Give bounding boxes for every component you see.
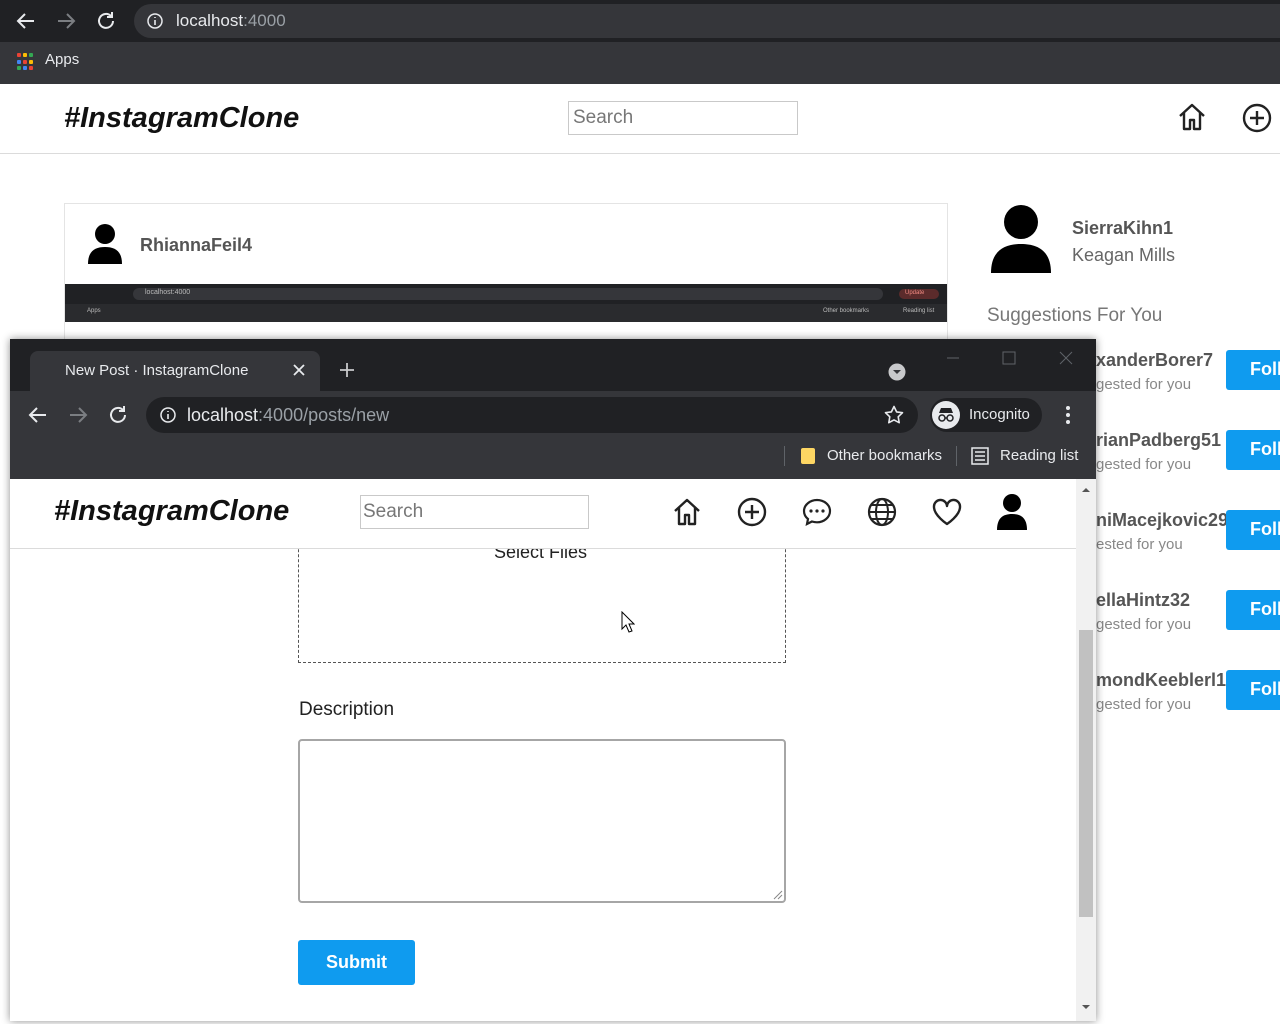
post-image-update: Update — [905, 290, 925, 296]
apps-grid-dot — [17, 66, 21, 71]
apps-grid-dot — [23, 59, 27, 64]
site-info-icon[interactable] — [146, 12, 164, 30]
search-input[interactable]: Search — [360, 495, 589, 529]
logo[interactable]: #InstagramClone — [54, 495, 289, 528]
suggestion-subtitle: gested for you — [1096, 696, 1192, 713]
back-icon[interactable] — [26, 403, 50, 427]
browser-menu-icon[interactable] — [1058, 405, 1078, 425]
site-info-icon[interactable] — [159, 406, 177, 424]
reading-list[interactable]: Reading list — [1000, 447, 1078, 464]
follow-button[interactable]: Foll — [1226, 670, 1280, 710]
suggestion-subtitle: gested for you — [1096, 616, 1192, 633]
page-header: #InstagramClone Search — [10, 479, 1076, 549]
messages-icon[interactable] — [801, 496, 833, 528]
incognito-window: New Post · InstagramClone localhost:4000… — [10, 339, 1096, 1021]
maximize-icon[interactable] — [1002, 351, 1016, 365]
incognito-icon — [932, 401, 960, 429]
apps-bookmark[interactable]: Apps — [45, 51, 79, 68]
avatar[interactable] — [87, 223, 123, 265]
apps-grid-dot — [17, 59, 21, 64]
reading-list-icon[interactable] — [971, 447, 989, 465]
home-icon[interactable] — [1176, 101, 1208, 133]
resize-handle-icon[interactable] — [771, 888, 783, 900]
new-post-icon[interactable] — [1241, 102, 1273, 134]
profile-avatar[interactable] — [990, 204, 1052, 274]
explore-globe-icon[interactable] — [866, 496, 898, 528]
tab-close-icon[interactable] — [292, 363, 306, 377]
background-address-bar[interactable] — [134, 4, 1280, 38]
background-search-input[interactable]: Search — [568, 101, 798, 135]
forward-icon[interactable] — [54, 9, 78, 33]
description-textarea[interactable] — [298, 739, 786, 903]
post-image-url: localhost:4000 — [145, 289, 191, 296]
apps-grid-dot — [23, 66, 27, 71]
profile-full-name: Keagan Mills — [1072, 245, 1176, 265]
other-bookmarks[interactable]: Other bookmarks — [827, 447, 942, 464]
tab-title: New Post · InstagramClone — [65, 362, 249, 379]
suggestion-name[interactable]: rianPadberg51 — [1096, 430, 1221, 451]
apps-grid-dot — [29, 66, 33, 71]
bookmarks-separator — [956, 446, 957, 466]
submit-button[interactable]: Submit — [298, 940, 415, 985]
description-label: Description — [299, 699, 395, 720]
suggestion-subtitle: ested for you — [1096, 536, 1183, 553]
forward-icon[interactable] — [66, 403, 90, 427]
background-url: localhost:4000 — [176, 11, 286, 30]
follow-button[interactable]: Foll — [1226, 590, 1280, 630]
post-image-apps: Apps — [87, 308, 101, 314]
suggestion-name[interactable]: xanderBorer7 — [1096, 350, 1213, 371]
apps-grid-dot — [23, 53, 27, 57]
apps-grid-dot — [29, 59, 33, 64]
page-viewport: Select Files Description Submit #Instagr… — [10, 479, 1076, 1021]
folder-icon — [800, 447, 816, 465]
suggestion-subtitle: gested for you — [1096, 456, 1192, 473]
home-icon[interactable] — [671, 496, 703, 528]
apps-grid-dot — [17, 53, 21, 57]
suggestions-title: Suggestions For You — [987, 305, 1163, 326]
mouse-cursor-icon — [621, 611, 635, 633]
follow-button[interactable]: Foll — [1226, 430, 1280, 470]
apps-grid-icon[interactable] — [17, 53, 35, 71]
url-text: localhost:4000/posts/new — [187, 405, 390, 425]
new-post-icon[interactable] — [736, 496, 768, 528]
scrollbar-thumb[interactable] — [1079, 630, 1093, 917]
suggestion-name[interactable]: niMacejkovic29 — [1096, 510, 1228, 531]
post-image-other-bookmarks: Other bookmarks — [823, 308, 870, 314]
minimize-icon[interactable] — [946, 351, 960, 365]
profile-username[interactable]: SierraKihn1 — [1072, 218, 1173, 239]
post-username[interactable]: RhiannaFeil4 — [140, 235, 252, 256]
scroll-down-arrow-icon[interactable] — [1080, 1002, 1092, 1012]
new-tab-icon[interactable] — [339, 362, 355, 378]
heart-icon[interactable] — [931, 496, 963, 528]
follow-button[interactable]: Foll — [1226, 510, 1280, 550]
suggestion-name[interactable]: mondKeeblerl13 — [1096, 670, 1236, 691]
background-bookmarks-bar — [0, 42, 1280, 84]
scroll-up-arrow-icon[interactable] — [1080, 485, 1092, 495]
profile-avatar-icon[interactable] — [995, 493, 1029, 531]
bookmarks-separator — [784, 446, 785, 466]
reload-icon[interactable] — [106, 403, 130, 427]
suggestion-name[interactable]: ellaHintz32 — [1096, 590, 1190, 611]
post-image: localhost:4000 Update Apps Other bookmar… — [65, 284, 947, 344]
close-window-icon[interactable] — [1059, 351, 1073, 365]
incognito-label: Incognito — [969, 406, 1030, 423]
background-logo[interactable]: #InstagramClone — [64, 102, 299, 135]
post-image-reading-list: Reading list — [903, 308, 935, 314]
follow-button[interactable]: Foll — [1226, 350, 1280, 390]
suggestion-subtitle: gested for you — [1096, 376, 1192, 393]
tab-search-icon[interactable] — [888, 363, 906, 381]
reload-icon[interactable] — [94, 9, 118, 33]
bookmark-star-icon[interactable] — [884, 405, 904, 425]
apps-grid-dot — [29, 53, 33, 57]
back-icon[interactable] — [14, 9, 38, 33]
